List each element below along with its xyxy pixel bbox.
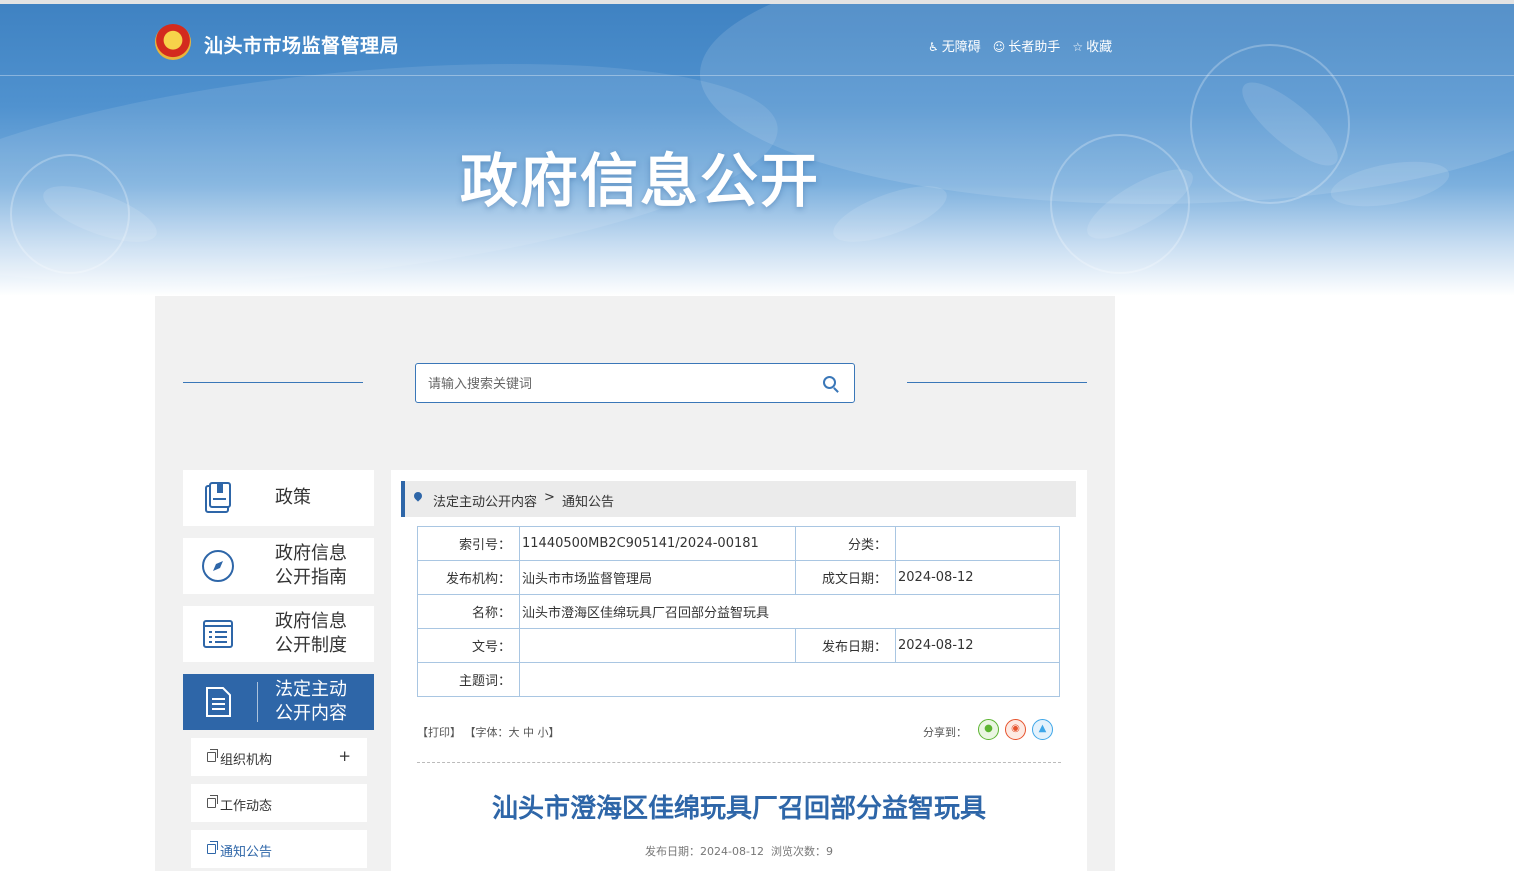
article-date: 发布日期：2024-08-12	[645, 845, 764, 858]
subitem-notices[interactable]: 通知公告	[191, 830, 367, 868]
print-button[interactable]: 【打印】	[417, 726, 461, 739]
share-label: 分享到：	[923, 726, 967, 739]
star-icon: ☆	[1072, 40, 1084, 54]
sidebar-item-system[interactable]: 政府信息 公开制度	[183, 606, 374, 662]
sidebar-item-label: 政府信息	[275, 543, 347, 564]
location-pin-icon	[412, 490, 424, 502]
qq-share-icon[interactable]: ▲	[1032, 719, 1053, 740]
document-icon	[206, 687, 231, 717]
copy-icon	[207, 749, 218, 762]
sidebar-item-statutory[interactable]: 法定主动 公开内容	[183, 674, 374, 730]
elder-helper-link[interactable]: ☺ 长者助手	[993, 36, 1061, 55]
list-icon	[203, 620, 233, 648]
article-title: 汕头市澄海区佳绵玩具厂召回部分益智玩具	[491, 794, 986, 824]
copy-icon	[207, 841, 218, 854]
accessibility-link[interactable]: ♿ 无障碍	[928, 36, 981, 55]
banner-title: 政府信息公开	[460, 147, 821, 215]
font-size-label: 【字体：	[464, 726, 509, 739]
sidebar-item-policy[interactable]: 政策	[183, 470, 374, 526]
publisher-label: 发布机构：	[417, 560, 520, 595]
elder-helper-icon: ☺	[992, 40, 1006, 54]
doc-no-label: 文号：	[417, 628, 520, 663]
content-panel: 法定主动公开内容 > 通知公告 索引号： 11440500MB2C905141/…	[391, 470, 1087, 871]
sidebar-item-label: 法定主动	[275, 679, 347, 700]
copy-icon	[207, 795, 218, 808]
article-tools: 【打印】 【字体：大 中 小】	[417, 724, 560, 740]
publish-date-label: 发布日期：	[795, 628, 896, 663]
category-label: 分类：	[795, 526, 896, 561]
site-name[interactable]: 汕头市市场监督管理局	[204, 31, 399, 58]
sidebar-item-label: 公开指南	[275, 567, 347, 588]
sidebar-divider	[257, 682, 258, 722]
sidebar-item-guide[interactable]: 政府信息 公开指南	[183, 538, 374, 594]
doc-no-value	[519, 628, 796, 663]
divider-right	[907, 382, 1087, 383]
breadcrumb: 法定主动公开内容 > 通知公告	[401, 481, 1076, 517]
favorite-link[interactable]: ☆ 收藏	[1072, 36, 1112, 55]
search-input[interactable]	[428, 374, 808, 394]
name-value: 汕头市澄海区佳绵玩具厂召回部分益智玩具	[519, 594, 1060, 629]
header-banner: 汕头市市场监督管理局 ♿ 无障碍 ☺ 长者助手 ☆ 收藏 政府信息公开	[0, 4, 1514, 296]
font-large-button[interactable]: 大	[509, 726, 520, 739]
category-value	[895, 526, 1060, 561]
font-medium-button[interactable]: 中	[523, 726, 534, 739]
divider-left	[183, 382, 363, 383]
name-label: 名称：	[417, 594, 520, 629]
metadata-table: 索引号： 11440500MB2C905141/2024-00181 分类： 发…	[417, 526, 1060, 697]
publisher-value: 汕头市市场监督管理局	[519, 560, 796, 595]
sidebar-item-label: 政府信息	[275, 611, 347, 632]
weibo-share-icon[interactable]: ◉	[1005, 719, 1026, 740]
sidebar-item-label: 政策	[275, 487, 311, 508]
expand-icon[interactable]: +	[338, 747, 351, 765]
sidebar-item-label: 公开内容	[275, 703, 347, 724]
keywords-value	[519, 662, 1060, 697]
compass-icon	[202, 550, 234, 582]
index-no-value: 11440500MB2C905141/2024-00181	[519, 526, 796, 561]
breadcrumb-level2[interactable]: 通知公告	[562, 491, 614, 510]
chevron-right-icon: >	[544, 490, 555, 505]
subitem-work-news[interactable]: 工作动态	[191, 784, 367, 822]
breadcrumb-level1[interactable]: 法定主动公开内容	[433, 491, 537, 510]
article-views: 浏览次数：9	[770, 845, 833, 858]
font-small-button[interactable]: 小	[538, 726, 549, 739]
publish-date-value: 2024-08-12	[895, 628, 1060, 663]
created-date-label: 成文日期：	[795, 560, 896, 595]
search-box	[415, 363, 855, 403]
keywords-label: 主题词：	[417, 662, 520, 697]
subitem-organization[interactable]: 组织机构 +	[191, 738, 367, 776]
book-icon	[205, 482, 231, 513]
font-size-suffix: 】	[548, 726, 560, 739]
article-meta: 发布日期：2024-08-12 浏览次数：9	[391, 843, 1087, 859]
sidebar-item-label: 公开制度	[275, 635, 347, 656]
search-icon[interactable]	[823, 376, 836, 389]
wechat-share-icon[interactable]: ●	[978, 719, 999, 740]
dashed-divider	[417, 762, 1061, 763]
main-content: 政策 政府信息 公开指南 政府信息 公开制度 法定主	[155, 296, 1115, 871]
top-links: ♿ 无障碍 ☺ 长者助手 ☆ 收藏	[928, 36, 1112, 55]
index-no-label: 索引号：	[417, 526, 520, 561]
accessibility-icon: ♿	[928, 40, 939, 54]
national-emblem-icon	[155, 24, 191, 60]
created-date-value: 2024-08-12	[895, 560, 1060, 595]
